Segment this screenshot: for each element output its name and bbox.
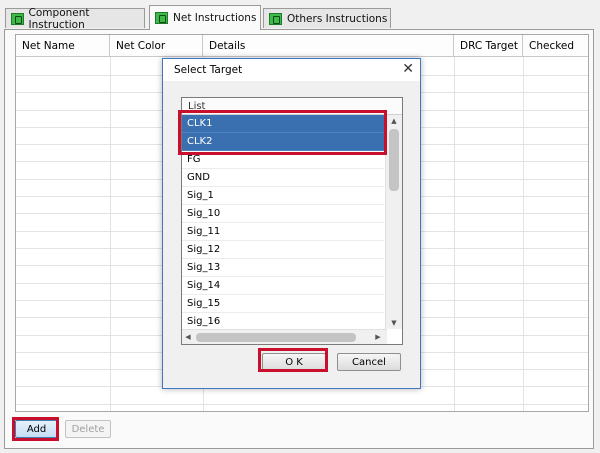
close-icon[interactable]: ✕: [402, 61, 414, 77]
add-button-highlight: [12, 417, 59, 441]
vertical-scrollbar[interactable]: ▲ ▼: [385, 115, 402, 329]
tab-net-icon: [155, 12, 168, 24]
cancel-button[interactable]: Cancel: [337, 353, 401, 371]
list-item[interactable]: Sig_14: [182, 277, 384, 295]
column-header-details[interactable]: Details: [203, 35, 454, 57]
select-target-dialog: Select Target ✕ List CLK1 CLK2 FG GND Sig_1 S…: [162, 58, 421, 389]
column-header-checked[interactable]: Checked: [523, 35, 588, 57]
list-item[interactable]: Sig_13: [182, 259, 384, 277]
tab-label: Component Instruction: [28, 6, 90, 31]
scroll-up-icon[interactable]: ▲: [386, 115, 402, 127]
list-item[interactable]: Sig_1: [182, 187, 384, 205]
scroll-right-icon[interactable]: ▶: [372, 330, 384, 344]
dialog-title-bar: Select Target ✕: [163, 59, 420, 81]
list-item[interactable]: GND: [182, 169, 384, 187]
horizontal-scrollbar[interactable]: ◀ ▶: [182, 329, 387, 344]
table-row-line: [16, 404, 588, 405]
tab-component-instruction[interactable]: Component Instruction: [5, 6, 145, 31]
column-header-net-color[interactable]: Net Color: [110, 35, 203, 57]
vertical-scroll-thumb[interactable]: [389, 129, 399, 191]
tab-bar: Component Instruction Net Instructions O…: [0, 0, 600, 31]
delete-button: Delete: [65, 420, 111, 438]
tab-label: Others Instructions: [287, 12, 388, 25]
scroll-left-icon[interactable]: ◀: [182, 330, 194, 344]
tab-others-instructions[interactable]: Others Instructions: [263, 8, 391, 28]
scroll-down-icon[interactable]: ▼: [386, 317, 402, 329]
list-item[interactable]: Sig_11: [182, 223, 384, 241]
tab-net-instructions[interactable]: Net Instructions: [149, 5, 261, 30]
horizontal-scroll-thumb[interactable]: [196, 333, 356, 342]
tab-component-icon: [11, 12, 24, 25]
list-item[interactable]: Sig_15: [182, 295, 384, 313]
tab-others-icon: [269, 12, 282, 25]
table-header: Net Name Net Color Details DRC Target Ch…: [16, 35, 588, 57]
tab-label: Net Instructions: [173, 12, 257, 24]
column-header-net-name[interactable]: Net Name: [16, 35, 110, 57]
list-item[interactable]: Sig_12: [182, 241, 384, 259]
selected-items-highlight: [178, 110, 387, 155]
ok-button-highlight: [258, 348, 328, 372]
column-header-drc-target[interactable]: DRC Target: [454, 35, 523, 57]
dialog-title: Select Target: [174, 64, 243, 76]
list-item[interactable]: Sig_10: [182, 205, 384, 223]
